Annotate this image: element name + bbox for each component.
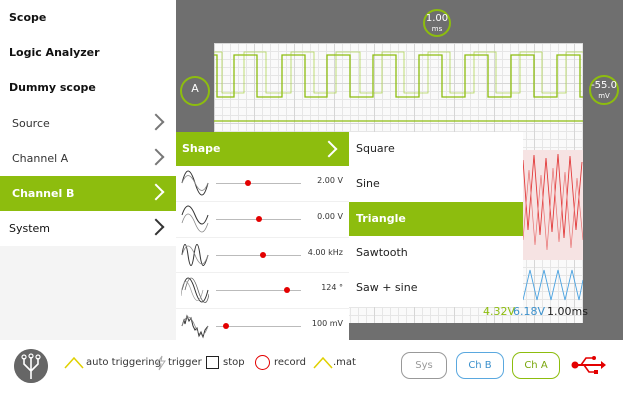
- shape-option-saw-sine[interactable]: Saw + sine: [349, 271, 523, 306]
- frequency-value: 4.00 kHz: [307, 247, 343, 257]
- stop-label[interactable]: stop: [223, 357, 245, 368]
- offset-value: 0.00 V: [317, 211, 343, 221]
- settings-menu: Source Channel A Channel B System: [0, 106, 176, 246]
- channel-b-button[interactable]: Ch B: [456, 352, 504, 379]
- auto-triggering-icon[interactable]: [64, 356, 84, 370]
- record-icon[interactable]: [255, 355, 270, 370]
- phase-wave-icon: [181, 277, 209, 304]
- noise-slider-knob[interactable]: [223, 323, 230, 330]
- menu-item-scope[interactable]: Scope: [0, 0, 176, 35]
- record-label[interactable]: record: [274, 357, 306, 368]
- chevron-right-icon: [147, 113, 165, 131]
- shape-panel: Shape 2.00 V 0.00 V 4.00 kHz 124 ° 100 m…: [176, 132, 349, 345]
- volt-marker-value: -55.0: [591, 80, 617, 91]
- auto-triggering-label[interactable]: auto triggering: [86, 357, 161, 368]
- stop-icon[interactable]: [206, 356, 219, 369]
- time-marker-value: 1.00: [425, 13, 449, 24]
- sys-button[interactable]: Sys: [401, 352, 447, 379]
- mat-export-icon[interactable]: [313, 356, 333, 370]
- menu-item-channel-a[interactable]: Channel A: [0, 141, 176, 176]
- volt-marker-unit: mV: [598, 92, 610, 100]
- shape-dropdown: Square Sine Triangle Sawtooth Saw + sine: [349, 132, 523, 307]
- phase-slider-knob[interactable]: [284, 287, 291, 294]
- frequency-slider-track[interactable]: [216, 254, 301, 256]
- menu-item-channel-b[interactable]: Channel B: [0, 176, 176, 211]
- channel-a-marker[interactable]: A: [180, 76, 210, 106]
- channel-a-button[interactable]: Ch A: [512, 352, 560, 379]
- menu-item-system[interactable]: System: [0, 211, 176, 246]
- phase-slider-row: 124 °: [176, 273, 349, 310]
- main-menu: Scope Logic Analyzer Dummy scope: [0, 0, 176, 106]
- menu-item-source[interactable]: Source: [0, 106, 176, 141]
- shape-header-label: Shape: [182, 142, 221, 155]
- noise-wave-icon: [181, 314, 209, 339]
- amplitude-wave-icon: [181, 170, 209, 196]
- trigger-icon[interactable]: [155, 355, 167, 371]
- amplitude-slider-row: 2.00 V: [176, 166, 349, 202]
- chevron-right-icon: [147, 148, 165, 166]
- menu-item-label: Channel A: [12, 152, 69, 165]
- frequency-slider-knob[interactable]: [259, 251, 266, 258]
- channel-a-trace: [214, 51, 583, 122]
- scope-app: Scope Logic Analyzer Dummy scope Source …: [0, 0, 623, 393]
- offset-wave-icon: [181, 205, 209, 233]
- chevron-right-icon: [320, 140, 338, 158]
- offset-slider-knob[interactable]: [255, 215, 262, 222]
- menu-item-logic-analyzer[interactable]: Logic Analyzer: [0, 35, 176, 70]
- channel-b-trace: [523, 150, 583, 301]
- time-marker[interactable]: 1.00 ms: [423, 9, 451, 37]
- mat-export-label[interactable]: .mat: [333, 357, 356, 368]
- menu-item-dummy-scope[interactable]: Dummy scope: [0, 70, 176, 105]
- app-logo-icon[interactable]: [14, 349, 48, 383]
- menu-item-label: System: [9, 222, 51, 235]
- noise-value: 100 mV: [311, 319, 343, 329]
- menu-item-label: Channel B: [12, 187, 75, 200]
- volt-marker[interactable]: -55.0 mV: [589, 75, 619, 105]
- time-marker-unit: ms: [431, 25, 443, 33]
- shape-option-square[interactable]: Square: [349, 132, 523, 167]
- frequency-wave-icon: [181, 243, 209, 266]
- phase-value: 124 °: [321, 283, 343, 293]
- frequency-slider-row: 4.00 kHz: [176, 238, 349, 274]
- shape-option-triangle[interactable]: Triangle: [349, 201, 523, 237]
- time-readout: 1.00ms: [547, 305, 588, 318]
- menu-item-label: Source: [12, 117, 50, 130]
- amplitude-slider-track[interactable]: [216, 183, 301, 184]
- trigger-label[interactable]: trigger: [168, 357, 202, 368]
- shape-option-sawtooth[interactable]: Sawtooth: [349, 236, 523, 271]
- shape-selector[interactable]: Shape: [176, 132, 349, 166]
- usb-icon: [571, 356, 606, 374]
- chevron-right-icon: [147, 218, 165, 236]
- amplitude-slider-knob[interactable]: [245, 180, 252, 186]
- offset-slider-row: 0.00 V: [176, 202, 349, 238]
- amplitude-value: 2.00 V: [317, 176, 343, 185]
- chevron-right-icon: [147, 183, 165, 201]
- shape-option-sine[interactable]: Sine: [349, 167, 523, 202]
